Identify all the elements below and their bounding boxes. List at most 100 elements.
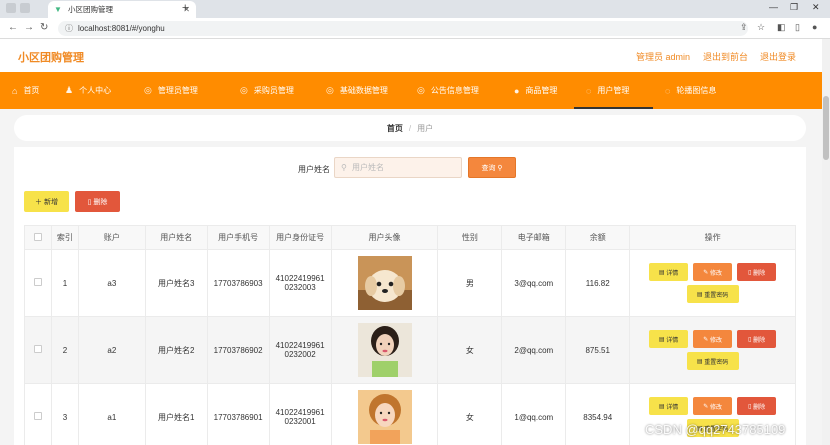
table-header-row: 索引 账户 用户姓名 用户手机号 用户身份证号 用户头像 性别 电子邮箱 余额 … <box>24 225 796 250</box>
nav-item-carousel[interactable]: ◌ 轮播图信息 <box>653 72 733 109</box>
detail-icon: ▤ <box>658 403 665 410</box>
col-name: 用户姓名 <box>144 225 208 250</box>
nav-item-profile[interactable]: ♟ 个人中心 <box>53 72 132 109</box>
nav-item-admin[interactable]: ◎ 管理员管理 <box>132 72 230 109</box>
col-actions: 操作 <box>629 225 796 250</box>
col-index: 索引 <box>50 225 79 250</box>
back-icon[interactable]: ← <box>8 22 18 33</box>
cell-account: a3 <box>77 249 146 317</box>
edit-icon: ✎ <box>703 403 709 410</box>
sidepanel-icon[interactable]: ▯ <box>795 22 800 33</box>
extension-icon[interactable]: ◧ <box>777 22 786 33</box>
plus-icon: ＋ <box>35 198 43 206</box>
batch-delete-button[interactable]: ▯ 删除 <box>75 191 120 212</box>
edit-button[interactable]: ✎ 修改 <box>693 263 733 281</box>
buyer-icon: ◎ <box>240 85 248 95</box>
vue-icon: ▼ <box>54 4 62 14</box>
app-header: 小区团购管理 管理员 admin 退出到前台 退出登录 <box>0 39 822 72</box>
cell-name: 用户姓名1 <box>144 383 208 445</box>
cell-avatar <box>330 316 439 384</box>
cell-phone: 17703786903 <box>206 249 270 317</box>
edit-button[interactable]: ✎ 修改 <box>693 330 733 348</box>
cell-idcard: 41022419961 0232001 <box>268 383 332 445</box>
forward-icon[interactable]: → <box>24 22 34 33</box>
table-row: 1 a3 用户姓名3 17703786903 41022419961 023200… <box>24 249 796 317</box>
main-nav: ⌂ 首页 ♟ 个人中心 ◎ 管理员管理 ◎ 采购员管理 ◎ 基础数据管理 ◎ 公告信息管理 … <box>0 72 822 109</box>
reload-icon[interactable]: ↻ <box>40 22 48 33</box>
trash-icon: ▯ <box>87 198 92 206</box>
cell-phone: 17703786902 <box>206 316 270 384</box>
page-scrollbar[interactable] <box>822 39 830 445</box>
detail-button[interactable]: ▤ 详情 <box>649 330 689 348</box>
search-input[interactable]: ⚲ 用户姓名 <box>334 157 462 178</box>
row-checkbox[interactable] <box>33 278 42 286</box>
star-icon[interactable]: ☆ <box>757 22 765 33</box>
nav-item-users[interactable]: ◌ 用户管理 <box>574 72 653 109</box>
app-logo: 小区团购管理 <box>18 52 84 64</box>
edit-button[interactable]: ✎ 修改 <box>693 397 733 415</box>
cell-account: a2 <box>77 316 146 384</box>
select-all-cell <box>24 225 52 250</box>
nav-item-goods[interactable]: ● 商品管理 <box>502 72 574 109</box>
row-checkbox[interactable] <box>33 412 42 420</box>
users-table: 索引 账户 用户姓名 用户手机号 用户身份证号 用户头像 性别 电子邮箱 余额 … <box>24 225 796 445</box>
row-select-cell <box>24 249 52 317</box>
address-bar: ← → ↻ ⓘ localhost:8081/#/yonghu ⇪ ☆ ◧ ▯ … <box>0 18 830 39</box>
nav-item-home[interactable]: ⌂ 首页 <box>0 72 53 109</box>
url-field[interactable]: ⓘ localhost:8081/#/yonghu <box>58 21 748 36</box>
breadcrumb-separator: / <box>408 123 412 133</box>
breadcrumb-home[interactable]: 首页 <box>387 123 403 134</box>
reset-password-button[interactable]: ▤ 重置密码 <box>686 352 739 370</box>
cell-email: 3@qq.com <box>501 249 567 317</box>
logout-link[interactable]: 退出登录 <box>760 50 796 63</box>
cell-idcard: 41022419961 0232003 <box>268 249 332 317</box>
cell-phone: 17703786901 <box>206 383 270 445</box>
search-icon: ⚲ <box>341 163 347 172</box>
home-icon: ⌂ <box>12 85 18 96</box>
trash-icon: ▯ <box>748 336 752 343</box>
admin-icon: ◎ <box>144 85 152 95</box>
cell-balance: 116.82 <box>565 249 631 317</box>
person-icon: ♟ <box>65 85 74 95</box>
info-icon[interactable]: ⓘ <box>65 21 73 36</box>
query-button[interactable]: 查询 ⚲ <box>468 157 516 178</box>
scrollbar-thumb[interactable] <box>823 96 829 160</box>
avatar-image <box>357 323 412 377</box>
breadcrumb: 首页 / 用户 <box>14 115 806 141</box>
search-icon: ⚲ <box>497 164 503 172</box>
cell-balance: 8354.94 <box>565 383 631 445</box>
carousel-icon: ◌ <box>665 85 671 96</box>
detail-icon: ▤ <box>658 336 665 343</box>
detail-button[interactable]: ▤ 详情 <box>649 397 689 415</box>
window-close-icon[interactable]: ✕ <box>812 2 820 13</box>
reset-password-button[interactable]: ▤ 重置密码 <box>686 285 739 303</box>
select-all-checkbox[interactable] <box>33 232 42 241</box>
detail-button[interactable]: ▤ 详情 <box>649 263 689 281</box>
nav-item-basedata[interactable]: ◎ 基础数据管理 <box>314 72 407 109</box>
avatar-image <box>357 256 412 310</box>
profile-icon[interactable]: ● <box>812 22 817 32</box>
nav-item-notice[interactable]: ◎ 公告信息管理 <box>407 72 502 109</box>
share-icon[interactable]: ⇪ <box>740 22 748 33</box>
delete-button[interactable]: ▯ 删除 <box>737 330 777 348</box>
cell-gender: 女 <box>437 316 503 384</box>
cell-name: 用户姓名3 <box>144 249 208 317</box>
cell-index: 2 <box>50 316 79 384</box>
new-tab-icon[interactable]: + <box>182 2 188 14</box>
browser-tab[interactable]: ▼ 小区团购管理 ✕ <box>48 1 196 18</box>
data-icon: ◎ <box>326 85 334 95</box>
row-checkbox[interactable] <box>33 345 42 353</box>
url-text: localhost:8081/#/yonghu <box>78 24 165 33</box>
delete-button[interactable]: ▯ 删除 <box>737 397 777 415</box>
breadcrumb-current: 用户 <box>417 123 434 133</box>
cell-index: 1 <box>50 249 79 317</box>
delete-button[interactable]: ▯ 删除 <box>737 263 777 281</box>
maximize-icon[interactable]: ❐ <box>790 2 798 13</box>
avatar-image <box>357 390 412 444</box>
nav-item-buyer[interactable]: ◎ 采购员管理 <box>230 72 314 109</box>
admin-label: 管理员 admin <box>636 52 691 62</box>
add-button[interactable]: ＋ 新增 <box>24 191 69 212</box>
back-to-front-link[interactable]: 退出到前台 <box>703 50 748 63</box>
minimize-icon[interactable]: — <box>769 2 778 12</box>
cell-balance: 875.51 <box>565 316 631 384</box>
